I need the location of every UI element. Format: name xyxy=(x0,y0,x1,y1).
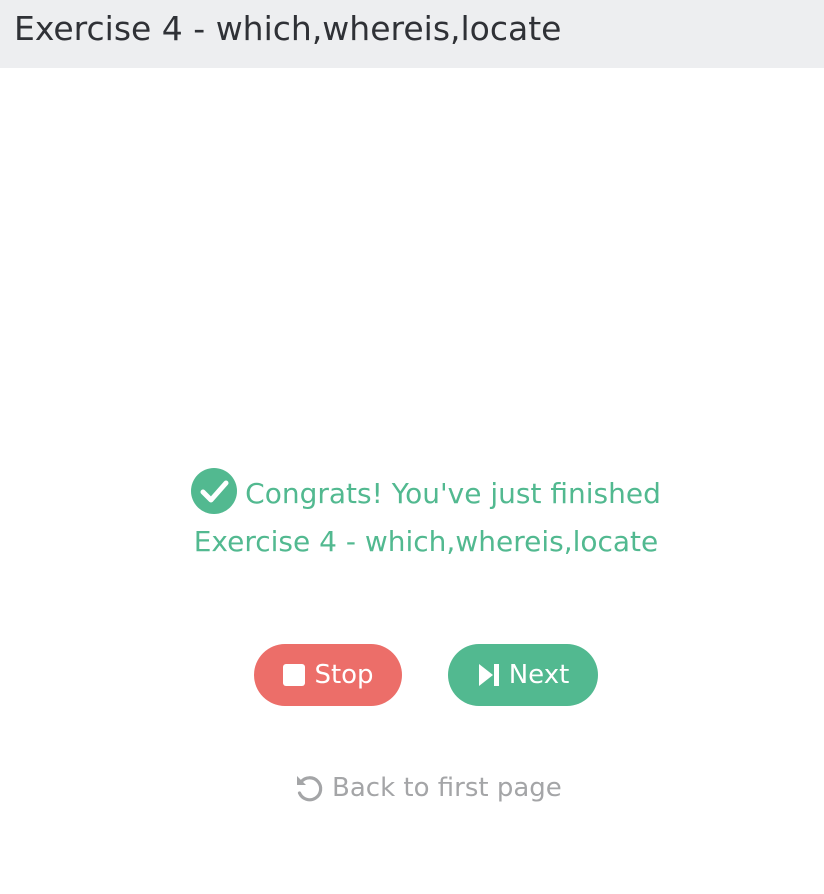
stop-button[interactable]: Stop xyxy=(254,644,402,706)
page-title: Exercise 4 - which,whereis,locate xyxy=(14,9,562,48)
finished-exercise-name: Exercise 4 - which,whereis,locate xyxy=(193,525,659,558)
back-link-label: Back to first page xyxy=(332,773,562,803)
stop-square-icon xyxy=(283,664,306,686)
undo-arrow-icon xyxy=(297,776,323,802)
next-button[interactable]: Next xyxy=(448,644,598,706)
page-header: Exercise 4 - which,whereis,locate xyxy=(0,0,824,68)
back-to-first-page-link[interactable]: Back to first page xyxy=(294,768,562,808)
next-button-label: Next xyxy=(508,660,570,690)
check-circle-icon xyxy=(191,468,238,514)
stop-button-label: Stop xyxy=(314,660,374,690)
completion-message: Congrats! You've just finished Exercise … xyxy=(0,468,824,566)
skip-next-icon xyxy=(478,664,499,686)
completion-line: Congrats! You've just finished xyxy=(0,468,824,518)
congrats-text: Congrats! You've just finished xyxy=(245,477,661,510)
